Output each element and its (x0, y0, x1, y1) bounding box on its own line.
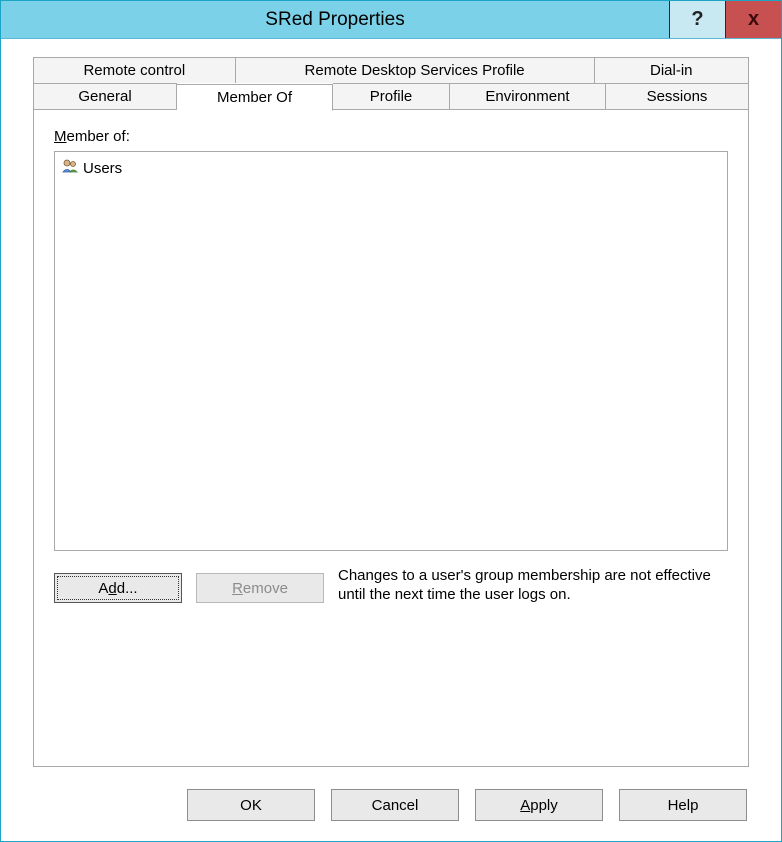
title-bar: SRed Properties ? x (1, 1, 781, 39)
tab-profile[interactable]: Profile (333, 83, 450, 110)
window-title: SRed Properties (1, 1, 669, 38)
dialog-buttons: OK Cancel Apply Help (19, 779, 763, 823)
client-area: Remote control Remote Desktop Services P… (1, 39, 781, 841)
apply-button-post: pply (530, 797, 558, 814)
add-button-mnemonic: d (108, 580, 116, 597)
tab-strip: Remote control Remote Desktop Services P… (33, 57, 749, 110)
list-item-label: Users (83, 160, 122, 177)
remove-button-mnemonic: R (232, 580, 243, 597)
list-item[interactable]: Users (61, 156, 721, 180)
help-button[interactable]: Help (619, 789, 747, 821)
close-icon[interactable]: x (725, 1, 781, 38)
titlebar-buttons: ? x (669, 1, 781, 38)
properties-window: SRed Properties ? x Remote control Remot… (0, 0, 782, 842)
apply-button-mnemonic: A (520, 797, 530, 814)
tab-rds-profile[interactable]: Remote Desktop Services Profile (236, 57, 595, 83)
panel-spacer (54, 605, 728, 747)
ok-button[interactable]: OK (187, 789, 315, 821)
apply-button[interactable]: Apply (475, 789, 603, 821)
add-button-post: d... (117, 580, 138, 597)
tab-row-2: General Member Of Profile Environment Se… (33, 83, 749, 110)
cancel-button[interactable]: Cancel (331, 789, 459, 821)
help-icon[interactable]: ? (669, 1, 725, 38)
tab-general[interactable]: General (33, 83, 177, 110)
tab-panel-member-of: Member of: Users (33, 110, 749, 767)
remove-button-post: emove (243, 580, 288, 597)
member-of-label-text: ember of: (67, 128, 130, 145)
tab-member-of[interactable]: Member Of (177, 84, 333, 111)
tab-sessions[interactable]: Sessions (606, 83, 749, 110)
add-button[interactable]: Add... (54, 573, 182, 603)
group-icon (61, 157, 79, 179)
tab-environment[interactable]: Environment (450, 83, 606, 110)
groups-listbox[interactable]: Users (54, 151, 728, 551)
tab-remote-control[interactable]: Remote control (33, 57, 236, 83)
tab-dialin[interactable]: Dial-in (595, 57, 749, 83)
membership-note: Changes to a user's group membership are… (338, 567, 728, 605)
remove-button: Remove (196, 573, 324, 603)
add-button-pre: A (98, 580, 108, 597)
tab-row-1: Remote control Remote Desktop Services P… (33, 57, 749, 83)
member-of-label-mnemonic: M (54, 128, 67, 145)
below-list-row: Add... Remove Changes to a user's group … (54, 573, 728, 605)
member-of-label: Member of: (54, 128, 728, 145)
